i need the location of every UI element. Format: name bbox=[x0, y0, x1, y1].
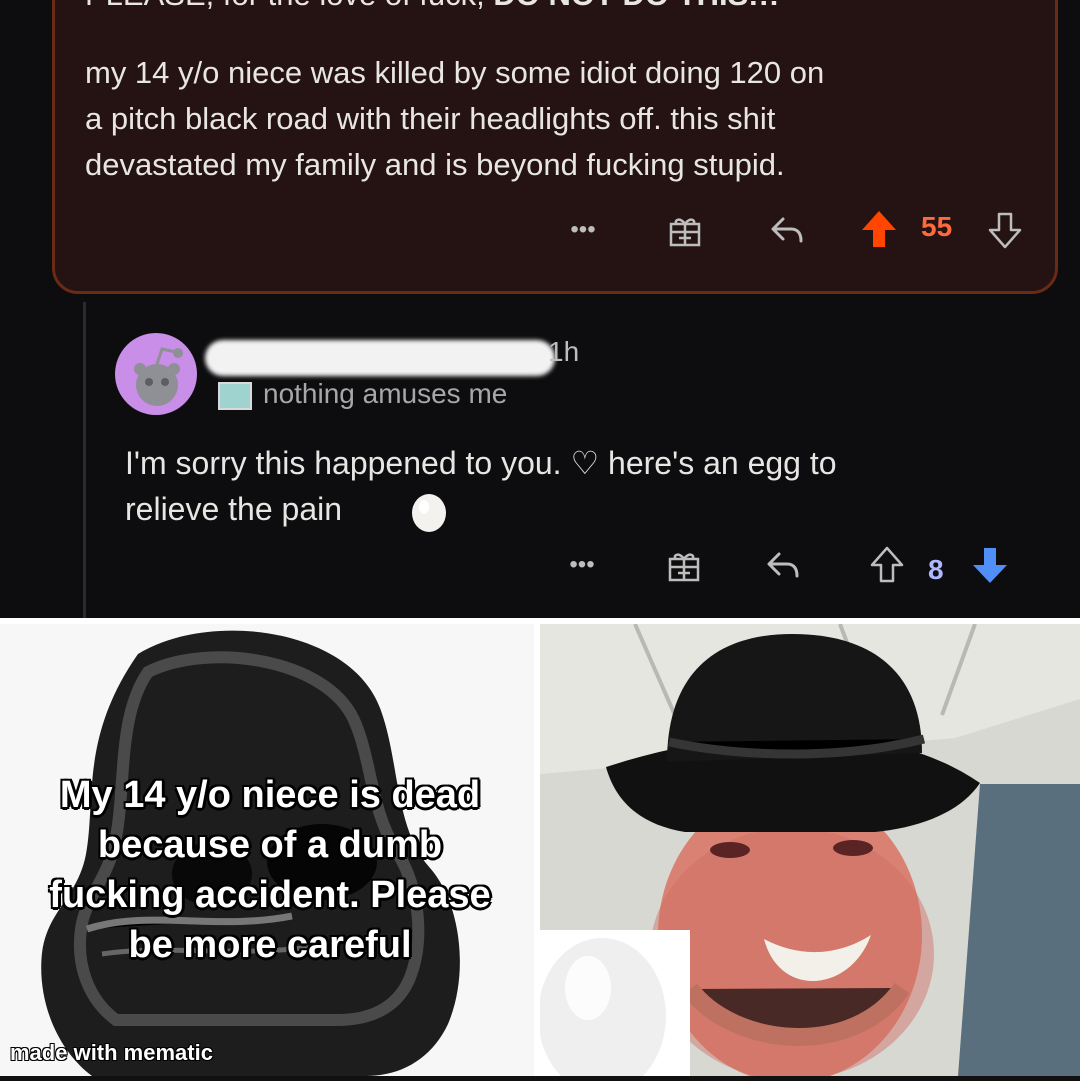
reddit-thread-screenshot: PLEASE, for the love of fuck, DO NOT DO … bbox=[0, 0, 1080, 618]
comment-title-line: PLEASE, for the love of fuck, DO NOT DO … bbox=[85, 0, 779, 18]
meme-caption-line-2: because of a dumb bbox=[97, 824, 443, 866]
comment-body-line-2: a pitch black road with their headlights… bbox=[85, 101, 776, 136]
reply-more-options-button[interactable]: ••• bbox=[560, 550, 604, 580]
egg-photo bbox=[538, 930, 690, 1081]
downvote-arrow-icon bbox=[988, 212, 1022, 249]
mematic-watermark: made with mematic bbox=[10, 1040, 213, 1065]
meme-caption-line-4: be more careful bbox=[128, 924, 412, 966]
comment-timestamp: 1h bbox=[548, 336, 580, 367]
reply-gift-award-button[interactable] bbox=[664, 545, 704, 585]
reply-upvote-button[interactable] bbox=[867, 543, 907, 587]
upvote-arrow-icon bbox=[862, 211, 896, 247]
comment-title-bold: DO NOT DO THIS!!! bbox=[493, 0, 779, 12]
flair-emoji-icon bbox=[218, 382, 252, 410]
gift-award-button[interactable] bbox=[665, 210, 705, 250]
meme-caption-line-3: fucking accident. Please bbox=[49, 874, 491, 916]
meme-caption: My 14 y/o niece is dead because of a dum… bbox=[10, 770, 530, 970]
reply-arrow-icon bbox=[771, 217, 803, 243]
comment-body-line-1: my 14 y/o niece was killed by some idiot… bbox=[85, 55, 825, 90]
comment-body-line-3: devastated my family and is beyond fucki… bbox=[85, 147, 785, 182]
downvote-button[interactable] bbox=[985, 209, 1025, 251]
vote-count: 55 bbox=[921, 211, 953, 242]
reply-downvote-button[interactable] bbox=[970, 543, 1010, 587]
gift-icon bbox=[669, 218, 701, 247]
downvote-arrow-icon bbox=[973, 548, 1007, 583]
redacted-username bbox=[205, 340, 555, 376]
user-avatar[interactable] bbox=[115, 333, 197, 415]
comment-title-regular: PLEASE, for the love of fuck, bbox=[85, 0, 493, 12]
egg-icon bbox=[538, 938, 666, 1081]
meme-caption-line-1: My 14 y/o niece is dead bbox=[59, 774, 481, 816]
reply-arrow-icon bbox=[767, 552, 799, 578]
reply-vote-count: 8 bbox=[928, 554, 944, 585]
more-options-button[interactable]: ••• bbox=[561, 215, 605, 245]
reply-body-line-2: relieve the pain bbox=[125, 491, 343, 527]
highlighted-comment: PLEASE, for the love of fuck, DO NOT DO … bbox=[52, 0, 1058, 294]
gift-icon bbox=[668, 553, 700, 582]
upvote-button[interactable] bbox=[859, 207, 899, 251]
upvote-arrow-icon bbox=[870, 546, 904, 583]
snoo-avatar-icon bbox=[134, 347, 183, 406]
reply-reply-button[interactable] bbox=[763, 544, 805, 586]
user-flair: nothing amuses me bbox=[263, 378, 508, 409]
thread-line bbox=[83, 302, 86, 618]
reply-button[interactable] bbox=[767, 209, 809, 251]
egg-icon bbox=[412, 494, 446, 532]
reply-body-line-1: I'm sorry this happened to you. ♡ here's… bbox=[125, 445, 837, 481]
egg-emoji bbox=[402, 488, 456, 534]
